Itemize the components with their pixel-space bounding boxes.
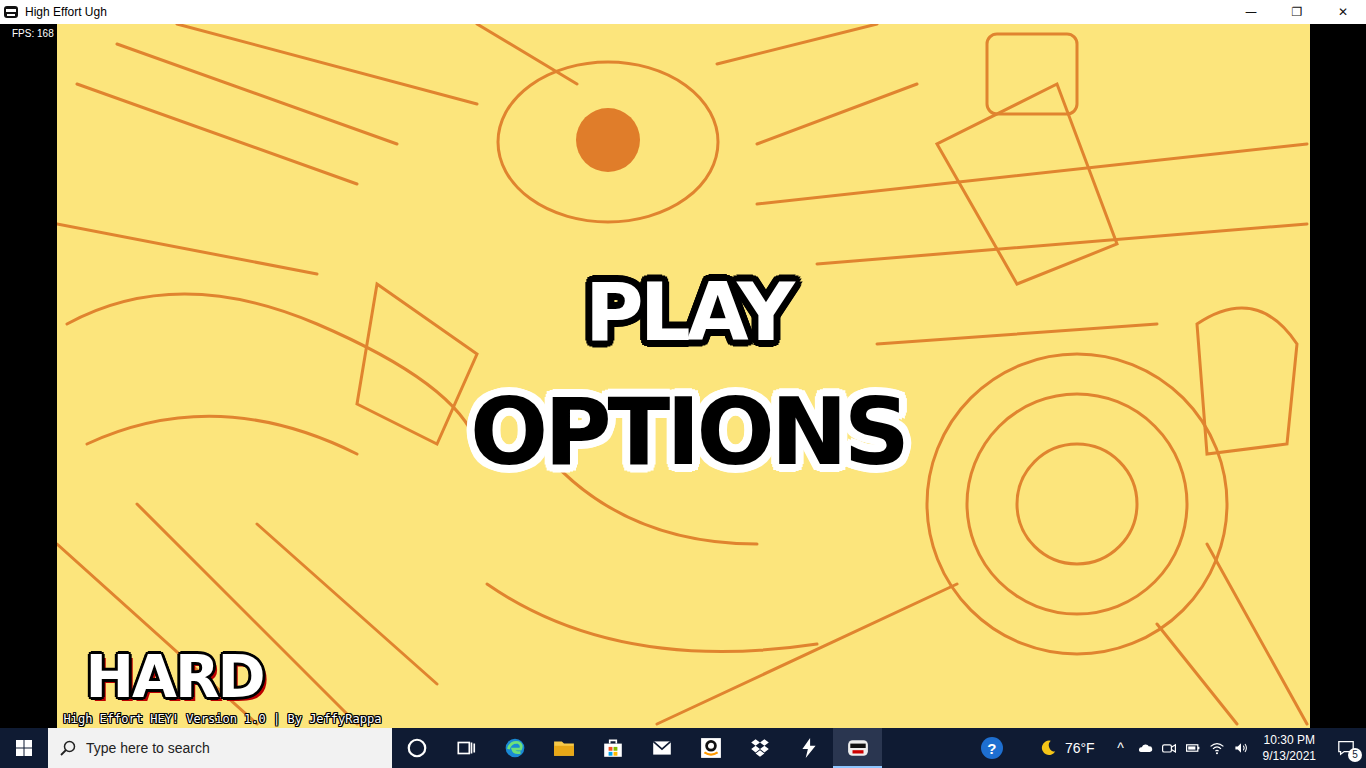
menu-item[interactable]: OPTIONS xyxy=(454,377,922,489)
task-view-icon xyxy=(455,737,477,759)
menu-footer: HARD High Effort HEY! Version 1.0 | By Je… xyxy=(64,646,382,727)
tray-item[interactable] xyxy=(1229,728,1253,768)
store-icon xyxy=(602,737,624,759)
window-control-button[interactable]: ✕ xyxy=(1320,0,1366,24)
mail-icon xyxy=(651,737,673,759)
game-window: FPS: 168 PLAY OPTIONS HARD High Effort HEY! … xyxy=(0,24,1366,728)
show-hidden-icons-button[interactable]: ^ xyxy=(1109,728,1133,768)
fps-counter: FPS: 168 xyxy=(12,28,54,39)
moon-icon xyxy=(1039,739,1057,757)
folder-icon xyxy=(553,737,575,759)
tray-item[interactable] xyxy=(1205,728,1229,768)
speaker-icon xyxy=(1233,740,1249,756)
weather-widget[interactable]: 76°F xyxy=(1031,728,1109,768)
desktop: High Effort Ugh —❐✕ FPS: 168 PLAY OPTIONS HAR… xyxy=(0,0,1366,768)
magnifier-icon xyxy=(60,740,76,756)
camera-icon xyxy=(1161,740,1177,756)
dropbox-icon xyxy=(749,737,771,759)
tray-item[interactable] xyxy=(1133,728,1157,768)
game-logo-icon xyxy=(847,737,869,759)
taskbar-app[interactable] xyxy=(833,728,882,768)
taskbar-app[interactable] xyxy=(784,728,833,768)
search-placeholder: Type here to search xyxy=(86,740,210,756)
onedrive-cloud-icon xyxy=(1137,740,1153,756)
window-title: High Effort Ugh xyxy=(25,5,107,19)
temperature: 76°F xyxy=(1065,740,1095,756)
taskbar-app[interactable] xyxy=(735,728,784,768)
taskbar: Type here to search? 76°F ^ 10:30 PM9/13/20… xyxy=(0,728,1366,768)
amazon-icon xyxy=(700,737,722,759)
tray-item[interactable] xyxy=(1157,728,1181,768)
menu-item[interactable]: PLAY xyxy=(569,263,807,363)
version-text: High Effort HEY! Version 1.0 | By JeffyR… xyxy=(64,712,382,727)
taskbar-app[interactable] xyxy=(441,728,490,768)
main-menu: PLAY OPTIONS xyxy=(454,263,922,489)
tray-item[interactable] xyxy=(1181,728,1205,768)
search-box[interactable]: Type here to search xyxy=(48,728,392,768)
edge-icon xyxy=(504,737,526,759)
window-control-button[interactable]: ❐ xyxy=(1274,0,1320,24)
clock[interactable]: 10:30 PM9/13/2021 xyxy=(1253,728,1326,768)
taskbar-app[interactable] xyxy=(490,728,539,768)
game-logo-icon xyxy=(3,4,19,20)
taskbar-app[interactable] xyxy=(539,728,588,768)
taskbar-app[interactable] xyxy=(588,728,637,768)
background-art xyxy=(57,24,1310,728)
battery-icon xyxy=(1185,740,1201,756)
title-bar: High Effort Ugh —❐✕ xyxy=(0,0,1366,24)
clock-time: 10:30 PM xyxy=(1264,732,1315,748)
taskbar-app[interactable] xyxy=(392,728,441,768)
action-center-button[interactable]: 5 xyxy=(1326,728,1366,768)
difficulty-label[interactable]: HARD xyxy=(80,646,270,708)
help-button[interactable]: ? xyxy=(981,737,1003,759)
windows-logo-icon xyxy=(16,740,32,756)
taskbar-app[interactable] xyxy=(637,728,686,768)
wifi-icon xyxy=(1209,740,1225,756)
lightning-icon xyxy=(798,737,820,759)
cortana-icon xyxy=(406,737,428,759)
window-control-button[interactable]: — xyxy=(1228,0,1274,24)
taskbar-app[interactable] xyxy=(686,728,735,768)
clock-date: 9/13/2021 xyxy=(1263,748,1316,764)
notification-count: 5 xyxy=(1348,748,1362,762)
start-button[interactable] xyxy=(0,728,48,768)
game-canvas: PLAY OPTIONS HARD High Effort HEY! Version … xyxy=(57,24,1310,728)
